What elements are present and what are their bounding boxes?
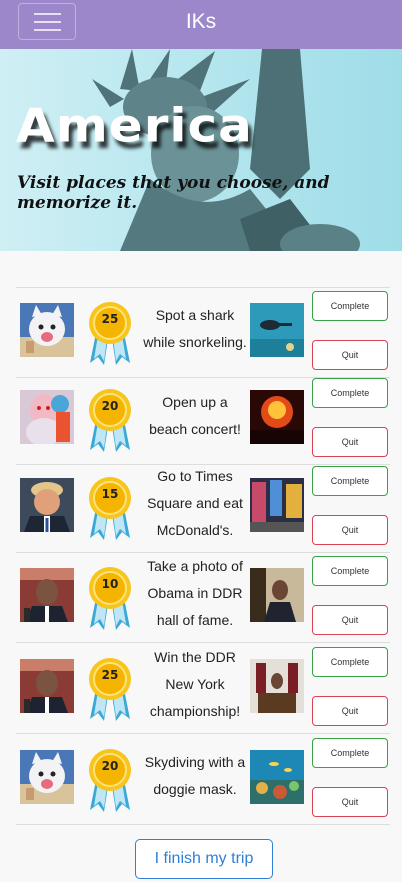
complete-button[interactable]: Complete	[312, 556, 388, 586]
snorkeling-photo	[250, 303, 304, 357]
challenge-row: 20 Skydiving with a doggie mask. Complet…	[16, 735, 390, 825]
complete-button[interactable]: Complete	[312, 466, 388, 496]
hero-title: America	[16, 99, 253, 153]
challenge-row: 25 Spot a shark while snorkeling. Comple…	[16, 288, 390, 378]
trump-avatar	[20, 478, 74, 532]
points-label: 25	[101, 312, 119, 326]
challenge-text: Take a photo of Obama in DDR hall of fam…	[147, 558, 243, 628]
points-label: 25	[101, 668, 119, 682]
medal-icon: 15	[88, 474, 132, 542]
reef-photo	[250, 750, 304, 804]
brand-title[interactable]: IKs	[0, 10, 402, 34]
quit-button[interactable]: Quit	[312, 427, 388, 457]
points-label: 20	[101, 759, 119, 773]
medal-icon: 25	[88, 299, 132, 367]
quit-button[interactable]: Quit	[312, 787, 388, 817]
challenge-row: 15 Go to Times Square and eat McDonald's…	[16, 463, 390, 553]
challenge-text: Spot a shark while snorkeling.	[143, 307, 247, 350]
challenge-row: 10 Take a photo of Obama in DDR hall of …	[16, 553, 390, 643]
obama-office-photo	[250, 568, 304, 622]
challenge-text: Go to Times Square and eat McDonald's.	[147, 468, 243, 538]
medal-icon: 20	[88, 746, 132, 814]
hero-banner: America Visit places that you choose, an…	[0, 49, 402, 251]
points-label: 15	[101, 487, 119, 501]
oval-office-photo	[250, 659, 304, 713]
complete-button[interactable]: Complete	[312, 647, 388, 677]
concert-photo	[250, 390, 304, 444]
challenge-text: Win the DDR New York championship!	[149, 649, 241, 719]
navbar: IKs	[0, 0, 402, 49]
points-label: 20	[101, 399, 119, 413]
quit-button[interactable]: Quit	[312, 340, 388, 370]
medal-icon: 20	[88, 386, 132, 454]
complete-button[interactable]: Complete	[312, 738, 388, 768]
challenge-row: 25 Win the DDR New York championship! Co…	[16, 644, 390, 734]
challenge-text: Skydiving with a doggie mask.	[144, 754, 246, 797]
times-square-photo	[250, 478, 304, 532]
points-label: 10	[101, 577, 119, 591]
quit-button[interactable]: Quit	[312, 696, 388, 726]
challenge-row: 20 Open up a beach concert! Complete Qui…	[16, 375, 390, 465]
obama-avatar	[20, 568, 74, 622]
hero-subtitle: Visit places that you choose, and memori…	[17, 173, 330, 213]
obama-avatar	[20, 659, 74, 713]
complete-button[interactable]: Complete	[312, 291, 388, 321]
quit-button[interactable]: Quit	[312, 605, 388, 635]
dog-mask-avatar	[20, 750, 74, 804]
medal-icon: 10	[88, 564, 132, 632]
medal-icon: 25	[88, 655, 132, 723]
quit-button[interactable]: Quit	[312, 515, 388, 545]
challenge-text: Open up a beach concert!	[149, 394, 241, 437]
complete-button[interactable]: Complete	[312, 378, 388, 408]
girl-avatar	[20, 390, 74, 444]
dog-mask-avatar	[20, 303, 74, 357]
finish-trip-button[interactable]: I finish my trip	[135, 839, 273, 879]
